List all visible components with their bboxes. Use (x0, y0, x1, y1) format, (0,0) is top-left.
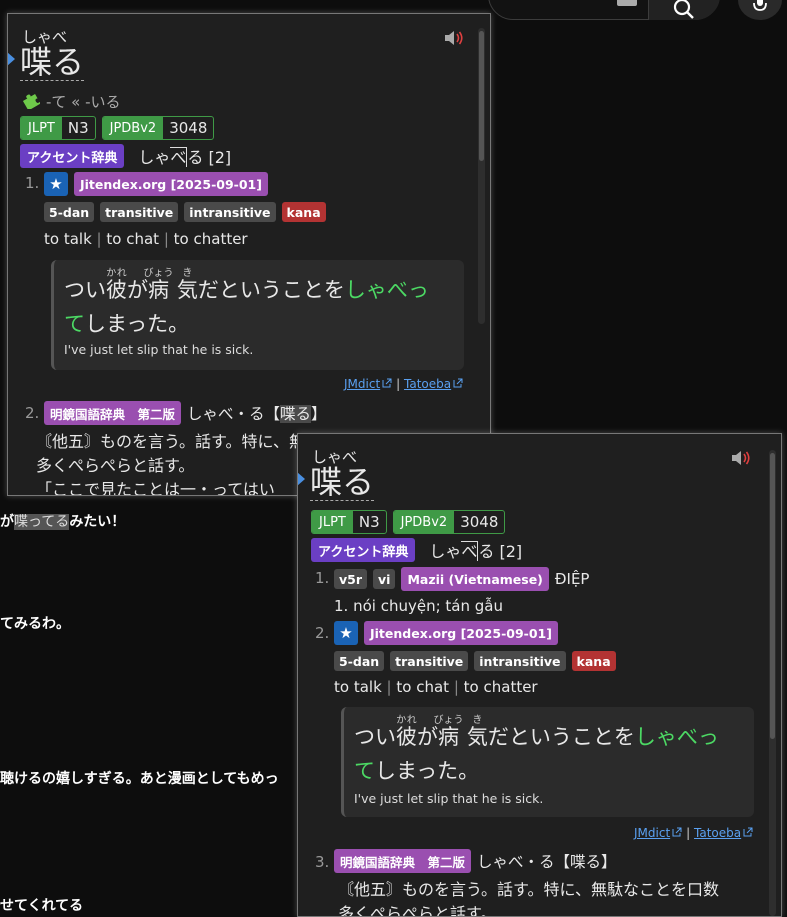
external-link-icon (382, 378, 392, 388)
external-link-icon (672, 827, 682, 837)
definition-header: ★ Jitendex.org [2025-09-01] (44, 172, 268, 196)
play-audio-button[interactable] (444, 30, 464, 46)
play-audio-button[interactable] (731, 450, 751, 466)
frequency-row: JLPT N3 JPDBv2 3048 (20, 116, 215, 140)
definition-header: v5r vi Mazii (Vietnamese) ĐIỆP (334, 567, 589, 591)
tag-v5r[interactable]: v5r (334, 569, 368, 589)
example-sentence: つい彼かれが病びょう 気きだということをしゃべっ てしまった。 I've just… (341, 707, 754, 817)
lookup-highlight[interactable]: 喋ってる (14, 514, 70, 530)
tag-list: 5-dan transitive intransitive kana (44, 202, 326, 222)
definition-text: 〘他五〙ものを言う。話す。特に、無駄なことを口数 多くぺらぺらと話す。 (338, 880, 719, 917)
tag-transitive[interactable]: transitive (390, 651, 469, 671)
dictionary-tag[interactable]: 明鏡国語辞典 第二版 (44, 401, 182, 425)
tag-intransitive[interactable]: intransitive (474, 651, 566, 671)
dictionary-tag[interactable]: Jitendex.org [2025-09-01] (364, 621, 558, 645)
dictionary-tag[interactable]: 明鏡国語辞典 第二版 (334, 849, 472, 873)
example-english: I've just let slip that he is sick. (64, 342, 254, 357)
definition-number: 2. (315, 624, 330, 642)
definition-header: ★ Jitendex.org [2025-09-01] (334, 621, 558, 645)
frequency-badge-jlpt[interactable]: JLPT N3 (311, 510, 387, 534)
tag-kana[interactable]: kana (281, 202, 326, 222)
tag-5-dan[interactable]: 5-dan (44, 202, 95, 222)
tag-transitive[interactable]: transitive (100, 202, 179, 222)
tatoeba-link[interactable]: Tatoeba (694, 826, 741, 840)
tag-5-dan[interactable]: 5-dan (334, 651, 385, 671)
headword[interactable]: 喋る (20, 44, 85, 81)
speaker-icon (732, 451, 750, 465)
gloss-list: 1. nói chuyện; tán gẫu (334, 597, 503, 615)
pitch-dictionary-tag[interactable]: アクセント辞典 (20, 144, 125, 168)
microphone-icon (753, 0, 767, 11)
headword[interactable]: 喋る (310, 464, 375, 501)
definition-number: 1. (25, 174, 40, 192)
inflection-rule: -て « -いる (22, 91, 121, 112)
pitch-accent-text: しゃべる [2] (429, 541, 523, 561)
tag-list: 5-dan transitive intransitive kana (334, 651, 616, 671)
definition-number: 2. (25, 404, 40, 422)
comment-line: が喋ってるみたい！ (0, 514, 126, 530)
star-icon: ★ (44, 172, 68, 196)
definition-header: 明鏡国語辞典 第二版 しゃべ・る【喋る】 (334, 849, 617, 873)
dictionary-popup-secondary[interactable]: しゃべ 喋る JLPT N3 JPDBv2 3048 アクセント辞典 しゃべる [2… (297, 433, 782, 917)
pitch-accent-row: アクセント辞典 しゃべる [2] (311, 538, 522, 562)
puzzle-piece-icon (22, 94, 40, 109)
hanviet-reading: ĐIỆP (554, 570, 590, 588)
gloss-list: to talk | to chat | to chatter (44, 230, 248, 248)
jmdict-link[interactable]: JMdict (634, 826, 670, 840)
star-icon: ★ (334, 621, 358, 645)
gloss-list: to talk | to chat | to chatter (334, 678, 538, 696)
dictionary-tag[interactable]: Mazii (Vietnamese) (401, 567, 549, 591)
frequency-row: JLPT N3 JPDBv2 3048 (311, 510, 506, 534)
voice-search-button[interactable] (738, 0, 782, 20)
comment-line: てみるわ。 (0, 616, 70, 632)
frequency-badge-jlpt[interactable]: JLPT N3 (20, 116, 96, 140)
frequency-badge-jpdb[interactable]: JPDBv2 3048 (101, 116, 215, 140)
tag-intransitive[interactable]: intransitive (184, 202, 276, 222)
definition-number: 1. (315, 569, 330, 587)
tatoeba-link[interactable]: Tatoeba (404, 377, 451, 391)
expand-arrow-icon[interactable] (298, 472, 305, 486)
dictionary-tag[interactable]: Jitendex.org [2025-09-01] (74, 172, 268, 196)
example-english: I've just let slip that he is sick. (354, 791, 544, 806)
tag-vi[interactable]: vi (373, 569, 396, 589)
speaker-icon (445, 31, 463, 45)
tag-kana[interactable]: kana (571, 651, 616, 671)
pitch-dictionary-tag[interactable]: アクセント辞典 (311, 538, 416, 562)
external-link-icon (453, 378, 463, 388)
example-sentence: つい彼かれが病びょう 気きだということをしゃべっ てしまった。 I've just… (51, 260, 464, 370)
example-japanese: つい彼かれが病びょう 気きだということをしゃべっ てしまった。 (354, 715, 719, 783)
search-icon (673, 0, 694, 19)
definition-header: 明鏡国語辞典 第二版 しゃべ・る【喋る】 (44, 401, 327, 425)
search-button[interactable] (648, 0, 720, 20)
scrollbar[interactable] (478, 28, 485, 324)
example-japanese: つい彼かれが病びょう 気きだということをしゃべっ てしまった。 (64, 268, 429, 336)
comment-line: せてくれてる (0, 898, 84, 914)
definition-number: 3. (315, 853, 330, 871)
pitch-accent-row: アクセント辞典 しゃべる [2] (20, 144, 231, 168)
jmdict-link[interactable]: JMdict (344, 377, 380, 391)
frequency-badge-jpdb[interactable]: JPDBv2 3048 (392, 510, 506, 534)
comment-line: 聴けるの嬉しすぎる。あと漫画としてもめっ (0, 771, 279, 787)
external-link-icon (743, 827, 753, 837)
source-links: JMdict | Tatoeba (634, 826, 757, 840)
expand-arrow-icon[interactable] (8, 52, 15, 66)
scrollbar[interactable] (769, 450, 776, 916)
keyboard-icon[interactable] (617, 0, 637, 6)
pitch-accent-text: しゃべる [2] (138, 147, 232, 167)
dictionary-popup-primary[interactable]: しゃべ 喋る -て « -いる JLPT N3 JPDBv2 3048 アクセント辞… (7, 13, 491, 496)
source-links: JMdict | Tatoeba (344, 377, 467, 391)
